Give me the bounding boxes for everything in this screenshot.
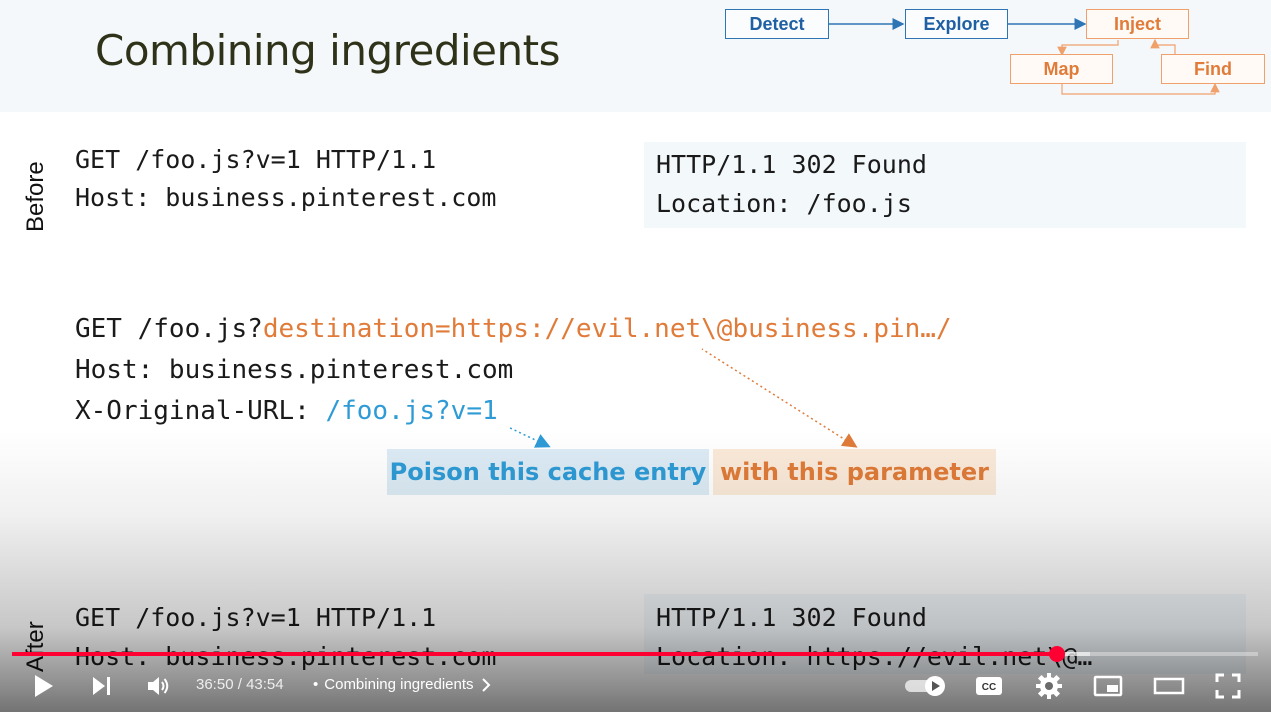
fullscreen-button[interactable] — [1210, 668, 1246, 704]
after-response-line-1: HTTP/1.1 302 Found — [656, 603, 927, 632]
video-player[interactable]: Combining ingredients Detect Explore Inj… — [0, 0, 1271, 712]
play-button[interactable] — [26, 668, 60, 704]
svg-text:CC: CC — [982, 682, 996, 693]
after-label: After — [22, 621, 49, 672]
time-display: 36:50 / 43:54 — [196, 676, 284, 693]
chapter-title: Combining ingredients — [324, 676, 474, 693]
captions-icon: CC — [976, 677, 1002, 695]
progress-bar[interactable] — [12, 646, 1258, 662]
next-button[interactable] — [84, 668, 118, 704]
miniplayer-button[interactable] — [1090, 668, 1126, 704]
autoplay-toggle-icon — [905, 676, 945, 696]
theater-mode-button[interactable] — [1150, 668, 1188, 704]
duration: 43:54 — [246, 676, 284, 693]
progress-played — [12, 652, 1058, 656]
parameter-callout: with this parameter — [713, 449, 996, 495]
after-request-line-2: Host: business.pinterest.com — [75, 642, 497, 671]
volume-icon — [148, 677, 169, 695]
time-separator: / — [237, 676, 242, 693]
play-icon — [35, 675, 53, 697]
current-time: 36:50 — [196, 676, 234, 693]
next-icon — [93, 677, 110, 695]
settings-button[interactable] — [1031, 668, 1067, 704]
after-response-line-2: Location: https://evil.net\@… — [656, 642, 1093, 671]
captions-button[interactable]: CC — [970, 668, 1008, 704]
fullscreen-icon — [1215, 673, 1241, 699]
miniplayer-icon — [1093, 675, 1123, 697]
gear-icon — [1036, 673, 1062, 699]
mute-button[interactable] — [142, 668, 176, 704]
chapter-bullet: • — [313, 676, 319, 693]
theater-mode-icon — [1153, 677, 1185, 695]
chevron-right-icon — [481, 677, 490, 692]
poison-cache-callout: Poison this cache entry — [387, 449, 709, 495]
autoplay-toggle[interactable] — [902, 668, 948, 704]
after-request-line-1: GET /foo.js?v=1 HTTP/1.1 — [75, 603, 437, 632]
chapter-button[interactable]: • Combining ingredients — [313, 676, 492, 693]
